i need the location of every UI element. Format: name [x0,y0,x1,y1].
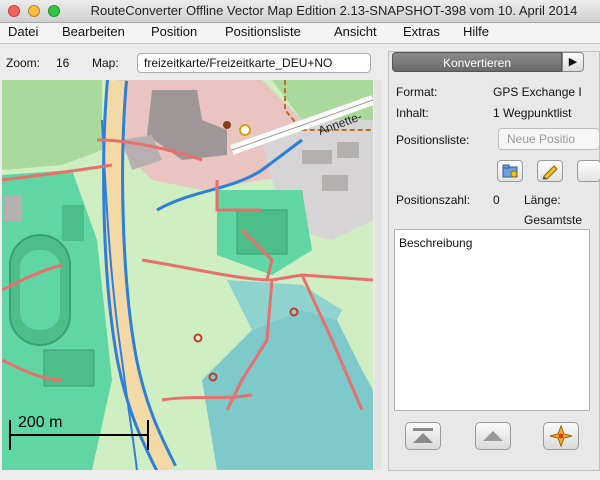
minimize-window-button[interactable] [28,5,40,17]
folder-add-icon [502,164,518,178]
menu-hilfe[interactable]: Hilfe [463,24,489,39]
content-value: 1 Wegpunktlist [493,106,572,120]
zoom-label: Zoom: [6,56,41,70]
zoom-window-button[interactable] [48,5,60,17]
length-label: Länge: [524,193,561,207]
position-list-label: Positionsliste: [396,133,470,147]
pencil-icon [542,165,558,180]
add-list-button[interactable] [497,160,523,182]
move-up-icon [483,431,503,441]
menu-bar: Datei Bearbeiten Position Positionsliste… [0,23,600,44]
window-title: RouteConverter Offline Vector Map Editio… [90,3,578,18]
close-window-button[interactable] [8,5,20,17]
description-text: Beschreibung [399,236,473,250]
format-value: GPS Exchange I [493,85,582,99]
split-divider[interactable] [374,80,382,470]
convert-button[interactable]: Konvertieren [392,52,562,72]
menu-positionsliste[interactable]: Positionsliste [225,24,301,39]
format-label: Format: [396,85,438,99]
menu-datei[interactable]: Datei [8,24,38,39]
move-top-icon [413,428,433,443]
position-list-selector[interactable]: Neue Positio [498,128,600,150]
map-canvas[interactable]: Annette- [2,80,373,470]
more-list-button[interactable] [577,160,600,182]
position-count-value: 0 [493,193,500,207]
total-label: Gesamtste [524,213,583,227]
map-selector[interactable]: freizeitkarte/Freizeitkarte_DEU+NO [137,53,371,73]
move-to-top-button[interactable] [405,422,441,450]
menu-ansicht[interactable]: Ansicht [334,24,377,39]
menu-extras[interactable]: Extras [403,24,440,39]
title-bar: RouteConverter Offline Vector Map Editio… [0,0,600,23]
menu-position[interactable]: Position [151,24,197,39]
compass-icon [549,424,573,448]
move-up-button[interactable] [475,422,511,450]
center-map-button[interactable] [543,422,579,450]
map-toolbar: Zoom: 16 Map: freizeitkarte/Freizeitkart… [0,49,386,77]
scale-bar-label: 200 m [18,414,63,431]
content-label: Inhalt: [396,106,429,120]
description-field[interactable]: Beschreibung [394,229,590,411]
convert-play-button[interactable]: ▶ [562,52,584,72]
map-view[interactable]: Annette- [2,80,373,470]
menu-bearbeiten[interactable]: Bearbeiten [62,24,125,39]
rename-list-button[interactable] [537,160,563,182]
position-count-label: Positionszahl: [396,193,471,207]
zoom-value: 16 [56,56,70,70]
map-label: Map: [92,56,119,70]
